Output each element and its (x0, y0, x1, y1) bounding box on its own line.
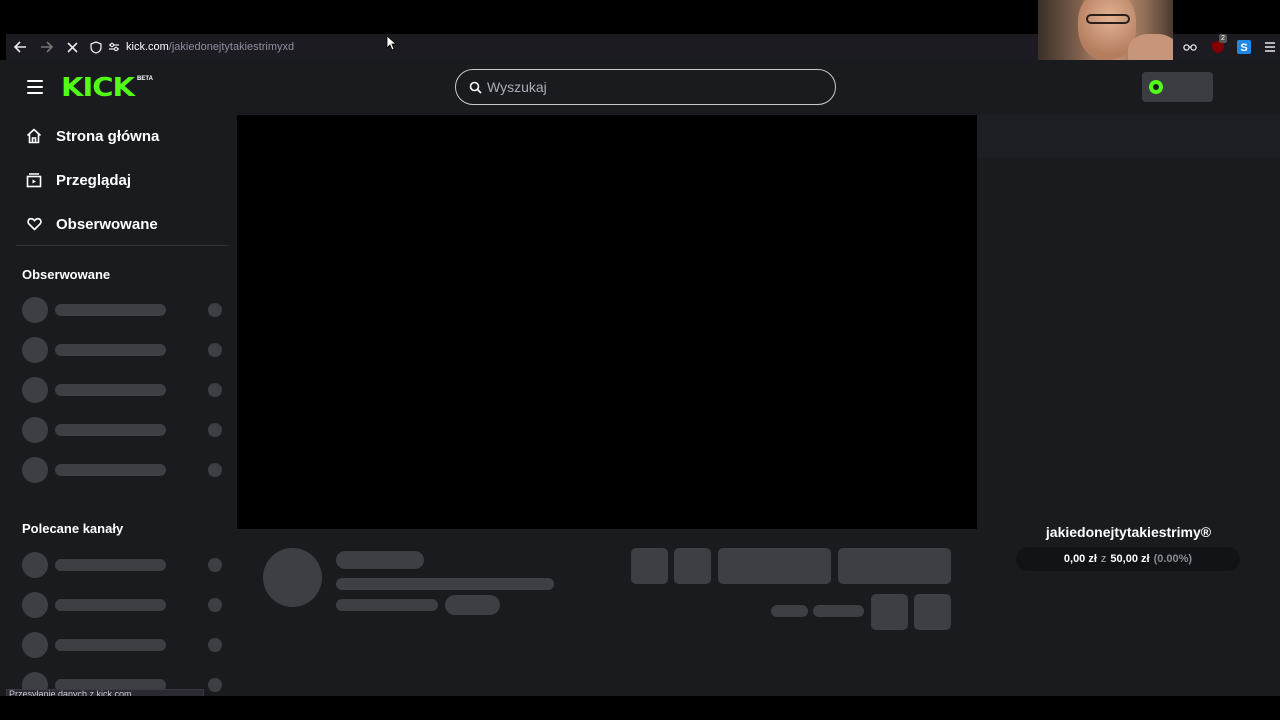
sidebar-item-following[interactable]: Obserwowane (25, 210, 158, 238)
browse-icon (25, 171, 43, 189)
extension-glasses-icon[interactable] (1181, 38, 1199, 56)
sidebar-item-label: Obserwowane (56, 215, 158, 233)
tag-skeleton (445, 595, 500, 615)
category-skeleton (336, 599, 438, 611)
more-button-skeleton (914, 594, 951, 630)
extension-ublock-icon[interactable]: 2 (1209, 34, 1227, 56)
following-channel-skeleton (22, 417, 222, 443)
search-box[interactable] (455, 69, 836, 105)
sidebar-item-browse[interactable]: Przeglądaj (25, 166, 131, 194)
channel-name-skeleton (336, 551, 424, 569)
goal-separator: z (1100, 553, 1107, 565)
goal-target-amount: 50,00 zł (1110, 553, 1150, 565)
following-section-title: Obserwowane (22, 267, 111, 282)
mouse-cursor-icon (386, 35, 396, 51)
sidebar-item-label: Przeglądaj (56, 171, 132, 189)
sidebar-divider (16, 245, 228, 246)
recommended-section-title: Polecane kanały (22, 521, 124, 536)
browser-menu-button[interactable] (1261, 38, 1279, 56)
shield-icon (88, 39, 104, 55)
heart-icon (25, 215, 43, 233)
webcam-overlay (1038, 0, 1173, 64)
url-domain: kick.com (126, 41, 169, 53)
action-button-skeleton (631, 548, 668, 584)
video-player[interactable] (237, 115, 977, 529)
kick-coin-icon (1149, 80, 1163, 94)
arrow-left-icon (13, 41, 26, 53)
sidebar-toggle-button[interactable] (27, 80, 43, 94)
url-path: /jakiedonejtytakiestrimyxd (168, 41, 295, 53)
following-channel-skeleton (22, 297, 222, 323)
following-channel-skeleton (22, 457, 222, 483)
site-settings-icon[interactable] (106, 39, 122, 55)
screen-bottom-strip (0, 696, 1280, 720)
stream-title-skeleton (336, 578, 554, 590)
goal-channel-name: jakiedonejtytakiestrimy® (1045, 524, 1212, 540)
following-channel-skeleton (22, 377, 222, 403)
sidebar-item-home[interactable]: Strona główna (25, 122, 159, 150)
home-icon (25, 127, 43, 145)
close-icon (66, 41, 78, 53)
recommended-channel-skeleton (22, 592, 222, 618)
recommended-channel-skeleton (22, 552, 222, 578)
menu-icon (1265, 42, 1275, 52)
share-button-skeleton (871, 594, 908, 630)
url-text: kick.com/jakiedonejtytakiestrimyxd (126, 41, 294, 53)
uptime-skeleton (813, 605, 864, 617)
arrow-right-icon (40, 41, 53, 53)
forward-button[interactable] (34, 35, 58, 59)
search-icon (467, 79, 483, 95)
donation-goal-bar: 0,00 zł z 50,00 zł (0.00%) (1016, 547, 1240, 571)
sidebar-item-label: Strona główna (56, 127, 160, 145)
extension-s-icon[interactable]: S (1235, 38, 1253, 56)
following-channel-skeleton (22, 337, 222, 363)
goal-percent: (0.00%) (1153, 553, 1193, 565)
kick-logo[interactable]: KICK BETA (61, 72, 153, 102)
channel-avatar-skeleton (263, 548, 322, 607)
viewer-count-skeleton (771, 605, 808, 617)
svg-text:S: S (1240, 42, 1247, 54)
search-input[interactable] (487, 79, 807, 95)
action-button-skeleton (674, 548, 711, 584)
back-button[interactable] (8, 35, 32, 59)
stop-loading-button[interactable] (60, 35, 84, 59)
extension-badge: 2 (1219, 34, 1227, 43)
goal-current-amount: 0,00 zł (1063, 553, 1097, 565)
kick-page: KICK BETA Strona główna Przeglądaj Obser… (0, 60, 1280, 698)
chat-header (977, 115, 1280, 157)
follow-button-skeleton (718, 548, 831, 584)
logo-text: KICK (61, 71, 135, 103)
subscribe-button-skeleton (838, 548, 951, 584)
recommended-channel-skeleton (22, 632, 222, 658)
login-button[interactable] (1142, 72, 1213, 102)
logo-beta-badge: BETA (137, 76, 153, 82)
